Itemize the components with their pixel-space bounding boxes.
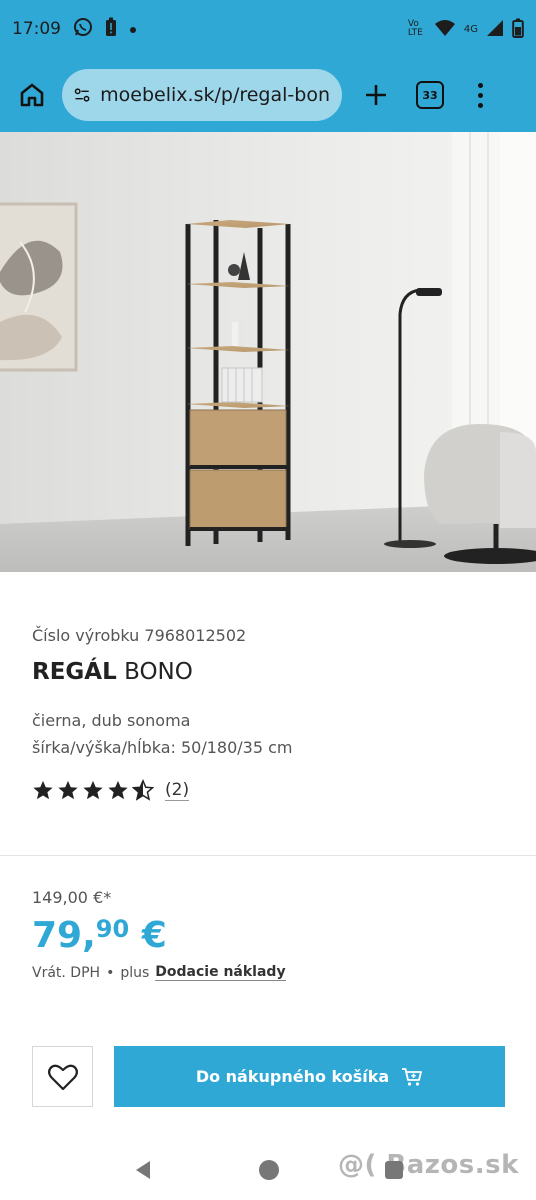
star-full-icon — [58, 780, 78, 800]
browser-menu-button[interactable] — [470, 77, 490, 113]
volte-label: Vo LTE — [407, 19, 423, 38]
product-title-rest: BONO — [116, 659, 193, 685]
price-whole: 79, — [32, 915, 96, 956]
cart-icon — [402, 1067, 423, 1086]
home-button[interactable] — [10, 73, 54, 117]
network-type: 4G — [463, 23, 478, 35]
battery-alert-icon — [105, 17, 117, 42]
watermark-text: @( Bazos.sk — [338, 1150, 519, 1180]
battery-icon — [512, 18, 524, 41]
star-full-icon — [33, 780, 53, 800]
address-bar[interactable]: moebelix.sk/p/regal-bon — [62, 69, 342, 121]
signal-icon — [486, 19, 504, 40]
back-icon[interactable] — [132, 1159, 154, 1181]
product-title-bold: REGÁL — [32, 659, 117, 685]
product-info: Číslo výrobku 7968012502 REGÁL BONO čier… — [32, 626, 504, 801]
product-dimensions: šírka/výška/hĺbka: 50/180/35 cm — [32, 738, 293, 757]
wifi-icon — [434, 19, 456, 40]
status-time: 17:09 — [12, 19, 61, 39]
old-price: 149,00 €* — [32, 888, 112, 907]
product-image[interactable] — [0, 132, 536, 572]
browser-toolbar: moebelix.sk/p/regal-bon 33 — [0, 58, 536, 132]
home-icon — [20, 83, 44, 107]
status-right: Vo LTE 4G — [408, 18, 524, 41]
menu-dot — [477, 92, 483, 98]
star-half-icon — [132, 779, 154, 801]
price-cents: 90 — [95, 915, 130, 943]
home-circle-icon[interactable] — [258, 1159, 280, 1181]
notification-dot-icon — [129, 19, 137, 39]
site-settings-icon[interactable] — [74, 85, 90, 105]
rating-count-link[interactable]: (2) — [165, 780, 190, 801]
plus-icon — [366, 85, 386, 105]
new-tab-button[interactable] — [358, 77, 394, 113]
plus-label: plus — [120, 964, 150, 981]
section-divider — [0, 855, 536, 856]
shipping-costs-link[interactable]: Dodacie náklady — [155, 964, 286, 981]
add-to-cart-label: Do nákupného košíka — [195, 1067, 390, 1086]
heart-icon — [47, 1064, 78, 1090]
product-title: REGÁL BONO — [32, 659, 504, 685]
current-price: 79,90 € — [32, 915, 504, 956]
status-bar: 17:09 Vo LTE 4G — [0, 0, 536, 58]
star-full-icon — [83, 780, 103, 800]
vat-bullet: • — [106, 964, 115, 981]
product-color: čierna, dub sonoma — [32, 711, 191, 730]
vat-label: Vrát. DPH — [32, 964, 101, 981]
price-currency: € — [129, 915, 167, 956]
article-number: Číslo výrobku 7968012502 — [32, 626, 247, 645]
star-full-icon — [108, 780, 128, 800]
price-block: 149,00 €* 79,90 € Vrát. DPH • plus Dodac… — [32, 888, 504, 981]
product-rating[interactable]: (2) — [32, 779, 504, 801]
menu-dot — [477, 82, 483, 88]
status-left: 17:09 — [12, 17, 137, 42]
menu-dot — [477, 102, 483, 108]
whatsapp-icon — [73, 17, 93, 42]
url-text: moebelix.sk/p/regal-bon — [100, 84, 330, 106]
wishlist-button[interactable] — [32, 1046, 93, 1107]
add-to-cart-button[interactable]: Do nákupného košíka — [114, 1046, 505, 1107]
tab-switcher-button[interactable]: 33 — [416, 81, 444, 109]
vat-info: Vrát. DPH • plus Dodacie náklady — [32, 964, 504, 981]
product-photo — [0, 132, 536, 572]
